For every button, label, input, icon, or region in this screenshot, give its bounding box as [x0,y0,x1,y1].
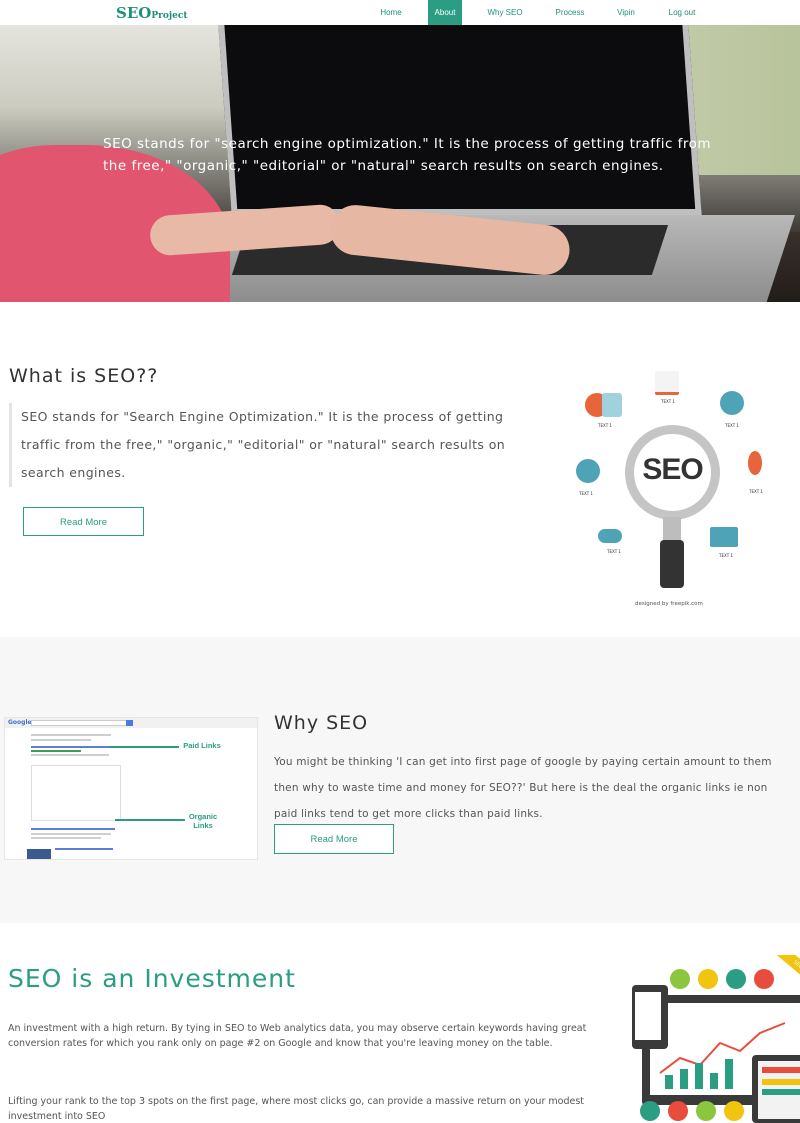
google-logo: Google [8,719,32,726]
serp-line [31,837,101,839]
corner-ribbon: SEO [771,955,800,989]
heart-icon [754,969,774,989]
search-icon [668,1101,688,1121]
serp-ad-title [31,746,115,748]
read-more-button-2[interactable]: Read More [274,824,394,854]
what-is-seo-title: What is SEO?? [9,365,159,387]
cloud-icon [726,969,746,989]
analytics-dashboard-illustration: SEO [630,955,800,1123]
gear-icon [720,391,744,415]
hero-text: SEO stands for "search engine optimizati… [103,136,712,174]
serp-ad-url [31,750,81,752]
chart-icon [655,371,679,395]
globe-icon [640,1101,660,1121]
label-gear: TEXT 1 [725,423,739,428]
label-key: TEXT 1 [749,489,763,494]
nav-process[interactable]: Process [548,0,592,25]
cloud-icon [576,459,600,483]
hero-banner: SEO stands for "search engine optimizati… [0,25,800,302]
nav-why-seo[interactable]: Why SEO [482,0,528,25]
magnifier-seo-label: SEO [642,453,703,486]
why-seo-title: Why SEO [274,712,369,734]
nav-logout[interactable]: Log out [662,0,702,25]
logo-sub: Project [151,11,188,21]
seo-infographic: SEO TEXT 1 TEXT 1 TEXT 1 TEXT 1 TEXT 1 T… [570,365,770,615]
target-icon [724,1101,744,1121]
serp-line [31,739,91,741]
laptop-screen [218,25,702,215]
serp-line [31,833,111,835]
serp-thumbnail [27,849,51,859]
organic-links-label: Organic Links [188,812,218,830]
label-info: TEXT 1 [598,423,612,428]
key-icon [748,451,762,475]
label-link: TEXT 1 [607,549,621,554]
serp-search-button [126,720,133,726]
nav-home[interactable]: Home [370,0,412,25]
serp-line [31,754,109,756]
investment-paragraph-2: Lifting your rank to the top 3 spots on … [8,1096,584,1122]
what-is-seo-text: SEO stands for "Search Engine Optimizati… [9,403,529,487]
nav-vipin[interactable]: Vipin [610,0,642,25]
organic-arrow [115,819,185,821]
magnifier-neck [663,517,681,541]
freepik-credit: designed by freepik.com [635,601,703,607]
google-serp-screenshot: Google Paid Links Organic Links [4,717,258,860]
chat-icon [670,969,690,989]
why-seo-text: You might be thinking 'I can get into fi… [274,756,772,820]
laptop-icon [710,527,738,547]
label-laptop: TEXT 1 [719,553,733,558]
investment-paragraph-1: An investment with a high return. By tyi… [8,1023,587,1049]
serp-line [31,734,111,736]
top-navbar: SEOProject Home About Why SEO Process Vi… [0,0,800,25]
lightbulb-icon [698,969,718,989]
phone-icon [602,393,622,417]
magnifier-handle [660,540,684,588]
serp-organic-title [31,828,115,830]
nav-about[interactable]: About [428,0,462,25]
logo-main: SEO [116,4,152,22]
site-logo[interactable]: SEOProject [116,3,187,22]
serp-knowledge-card [31,765,121,821]
read-more-button[interactable]: Read More [23,507,144,536]
serp-search-box [31,720,127,726]
investment-title: SEO is an Investment [8,964,296,993]
paid-arrow [109,746,179,748]
tablet-screen [758,1061,800,1119]
label-cloud: TEXT 1 [579,491,593,496]
phone-screen [635,992,661,1040]
label-chart: TEXT 1 [661,399,675,404]
paid-links-label: Paid Links [183,741,221,750]
link-icon [598,529,622,543]
serp-news-title [55,848,113,850]
apple-icon [696,1101,716,1121]
